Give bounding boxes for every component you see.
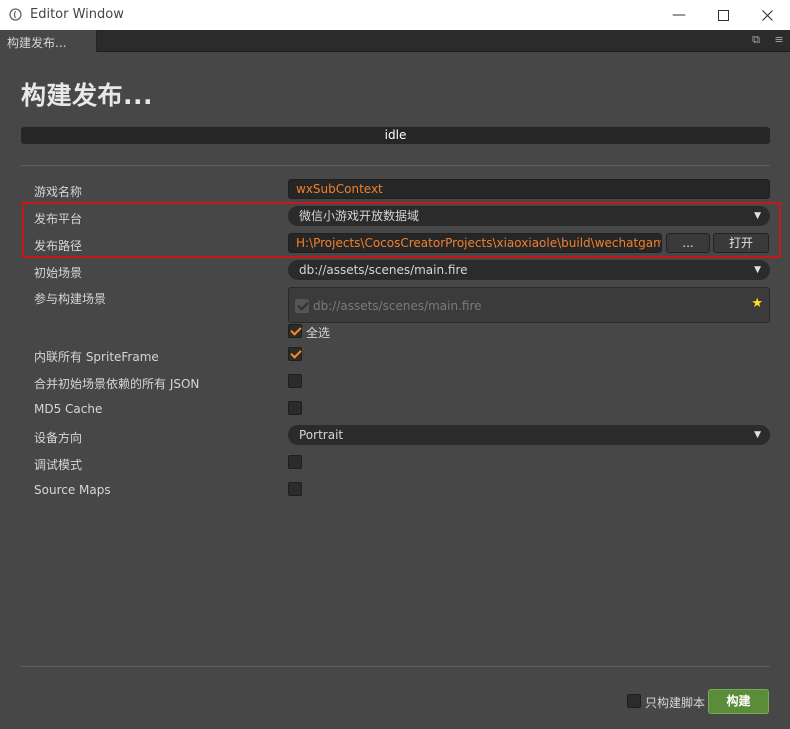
build-button[interactable]: 构建 (708, 689, 769, 714)
debug-mode-label: 调试模式 (34, 458, 83, 472)
star-icon: ★ (751, 296, 763, 311)
inline-spriteframe-checkbox[interactable] (288, 347, 302, 361)
menu-icon[interactable]: ≡ (772, 33, 786, 47)
top-divider (21, 165, 770, 166)
source-maps-checkbox[interactable] (288, 482, 302, 496)
orientation-value: Portrait (299, 428, 344, 442)
close-button[interactable] (744, 0, 790, 30)
scene-checkbox[interactable] (295, 299, 309, 313)
window-title: Editor Window (30, 7, 124, 22)
included-scenes-label: 参与构建场景 (34, 292, 107, 306)
window-title-bar: Editor Window — (0, 0, 790, 30)
source-maps-label: Source Maps (34, 483, 111, 497)
debug-mode-checkbox[interactable] (288, 455, 302, 469)
start-scene-select[interactable]: db://assets/scenes/main.fire ▼ (288, 260, 770, 280)
dropdown-caret-icon: ▼ (754, 430, 761, 440)
minimize-button[interactable]: — (656, 0, 702, 30)
tab-bar: 构建发布... ⧉ ≡ (0, 30, 790, 52)
start-scene-label: 初始场景 (34, 266, 83, 280)
game-name-input[interactable]: wxSubContext (288, 179, 770, 199)
md5-cache-checkbox[interactable] (288, 401, 302, 415)
start-scene-value: db://assets/scenes/main.fire (299, 263, 468, 277)
dropdown-caret-icon: ▼ (754, 265, 761, 275)
scripts-only-checkbox[interactable] (627, 694, 641, 708)
build-status-bar: idle (21, 127, 770, 144)
close-icon (761, 9, 773, 21)
maximize-icon (717, 9, 729, 21)
highlight-box (22, 202, 781, 258)
minimize-icon: — (672, 7, 686, 23)
select-all-checkbox[interactable] (288, 324, 302, 338)
scene-list: db://assets/scenes/main.fire ★ (288, 287, 770, 323)
page-title: 构建发布... (21, 81, 153, 110)
merge-json-checkbox[interactable] (288, 374, 302, 388)
scene-path: db://assets/scenes/main.fire (313, 299, 482, 313)
inline-spriteframe-label: 内联所有 SpriteFrame (34, 350, 159, 364)
scripts-only-label: 只构建脚本 (645, 696, 706, 710)
merge-json-label: 合并初始场景依赖的所有 JSON (34, 377, 200, 391)
app-icon (9, 8, 22, 21)
orientation-label: 设备方向 (34, 431, 83, 445)
game-name-label: 游戏名称 (34, 185, 83, 199)
maximize-button[interactable] (700, 0, 746, 30)
select-all-label: 全选 (306, 326, 331, 340)
bottom-divider (21, 666, 770, 667)
popout-icon[interactable]: ⧉ (749, 33, 763, 47)
tab-build[interactable]: 构建发布... (0, 30, 97, 52)
orientation-select[interactable]: Portrait ▼ (288, 425, 770, 445)
md5-cache-label: MD5 Cache (34, 402, 103, 416)
